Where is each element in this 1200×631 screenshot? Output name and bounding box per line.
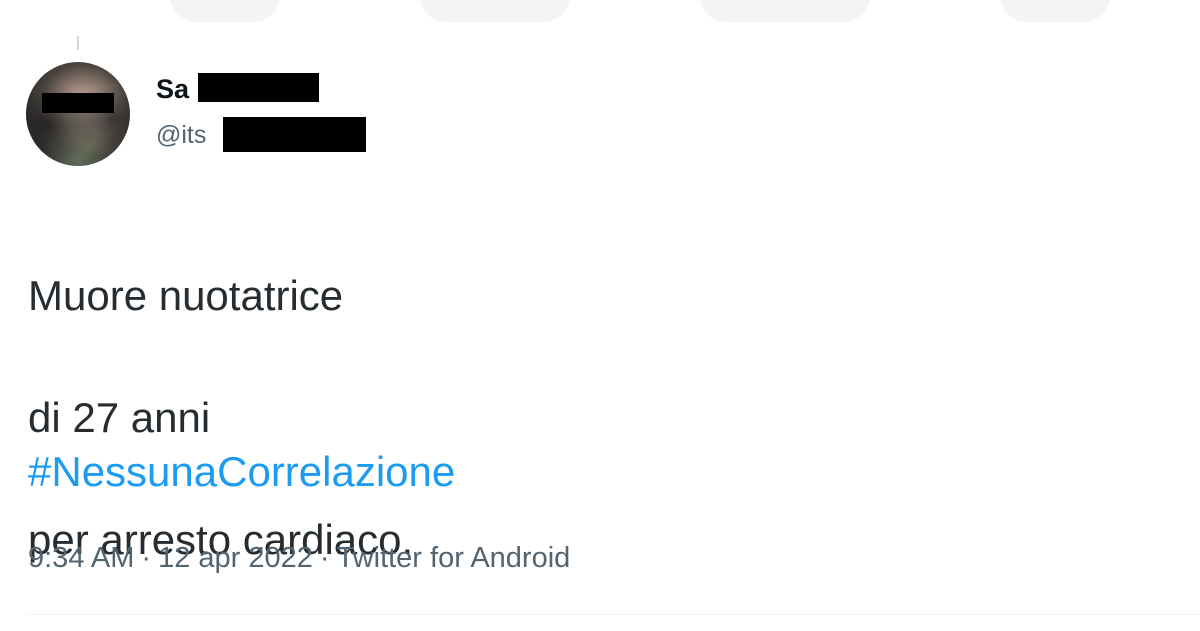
action-bar-shadow (170, 0, 280, 22)
avatar-censor-bar (42, 93, 114, 113)
meta-separator: · (319, 542, 330, 574)
hashtag-link[interactable]: #NessunaCorrelazione (28, 444, 455, 500)
handle-redaction-bar (223, 117, 366, 152)
tweet-meta: 9:34 AM · 12 apr 2022 · Twitter for Android (28, 538, 570, 578)
tweet-source[interactable]: Twitter for Android (337, 542, 571, 574)
name-redaction-bar (198, 73, 319, 102)
thread-connector-line (77, 36, 79, 50)
author-avatar[interactable] (26, 62, 130, 166)
tweet-time[interactable]: 9:34 AM (28, 542, 134, 574)
author-display-name[interactable]: Sa (156, 73, 189, 105)
tweet-date[interactable]: 12 apr 2022 (158, 542, 313, 574)
avatar-image (26, 62, 130, 166)
action-bar-shadow (700, 0, 870, 22)
meta-separator: · (141, 542, 152, 574)
action-bar-shadow (1000, 0, 1110, 22)
action-bar-shadow (420, 0, 570, 22)
tweet-divider (28, 614, 1200, 615)
author-handle[interactable]: @its (156, 120, 206, 150)
tweet-text-line: Muore nuotatrice (28, 272, 344, 319)
tweet-text-line: di 27 anni (28, 394, 211, 441)
previous-tweet-actions-fade (0, 0, 1200, 34)
